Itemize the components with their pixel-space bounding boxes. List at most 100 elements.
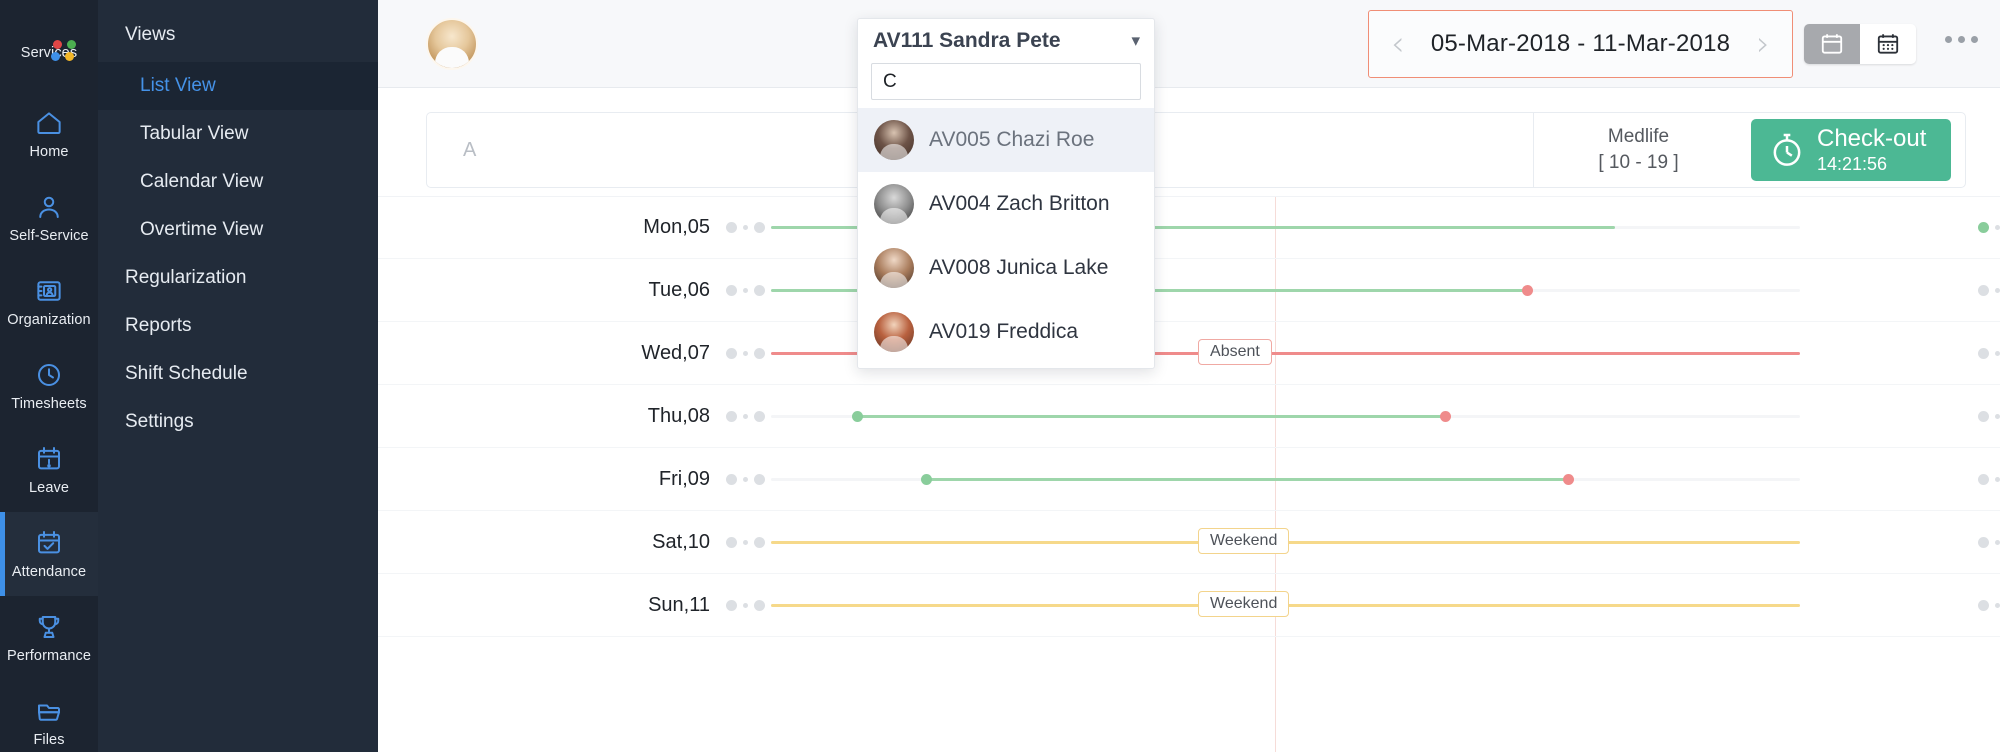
- chevron-left-icon[interactable]: ‹: [1391, 27, 1405, 61]
- chevron-down-icon[interactable]: ▾: [1131, 32, 1140, 50]
- more-options-icon[interactable]: [1945, 36, 1978, 43]
- check-out-button[interactable]: Check-out 14:21:56: [1751, 119, 1951, 181]
- date-range-selector[interactable]: ‹ 05-Mar-2018 - 11-Mar-2018 ›: [1368, 10, 1793, 78]
- check-out-label: Check-out: [1817, 125, 1927, 153]
- row-right-markers: [1978, 222, 2000, 233]
- timeline-row[interactable]: Fri,0919:00 Hrs: [378, 448, 2000, 511]
- subnav-views-list: List View Tabular View Calendar View Overti…: [98, 62, 378, 254]
- rail-item-home[interactable]: Home: [0, 92, 98, 176]
- rail-item-timesheets[interactable]: Timesheets: [0, 344, 98, 428]
- employee-option-label: AV005 Chazi Roe: [929, 128, 1095, 151]
- status-badge: Weekend: [1198, 527, 1290, 554]
- chevron-right-icon[interactable]: ›: [1756, 27, 1770, 61]
- employee-option-label: AV019 Freddica: [929, 320, 1079, 343]
- employee-option[interactable]: AV008 Junica Lake: [858, 236, 1154, 300]
- rail-item-label: Leave: [28, 480, 69, 496]
- employee-search-input[interactable]: C: [871, 63, 1141, 100]
- status-dot-small: [1995, 350, 2000, 356]
- subnav-item-regularization[interactable]: Regularization: [98, 254, 378, 302]
- day-label: Fri,09: [658, 467, 710, 490]
- status-dot: [1978, 473, 1989, 485]
- employee-dropdown[interactable]: AV111 Sandra Pete ▾ C AV005 Chazi Roe AV0…: [857, 18, 1155, 369]
- status-dot-small: [743, 476, 748, 482]
- day-label: Thu,08: [647, 404, 710, 427]
- subnav-item-label: Calendar View: [140, 171, 264, 192]
- subnav-item-label: Overtime View: [140, 219, 264, 240]
- timeline-track[interactable]: [771, 410, 1800, 422]
- date-range-label: 05-Mar-2018 - 11-Mar-2018: [1430, 30, 1731, 57]
- status-dot-small: [1995, 602, 2000, 608]
- status-dot-small: [1995, 476, 2000, 482]
- subnav-item-label: Settings: [125, 411, 194, 432]
- subnav-item-label: Regularization: [125, 267, 247, 288]
- subnav-sections-list: Regularization Reports Shift Schedule Setti…: [98, 254, 378, 446]
- employee-option[interactable]: AV005 Chazi Roe: [858, 108, 1154, 172]
- status-dot: [1978, 410, 1989, 422]
- row-left-markers: [726, 284, 765, 296]
- rail-item-services[interactable]: Services: [0, 8, 98, 92]
- subnav-item-settings[interactable]: Settings: [98, 398, 378, 446]
- status-dot: [754, 347, 765, 359]
- shift-info: Medlife [ 10 - 19 ]: [1533, 112, 1743, 188]
- rail-item-attendance[interactable]: Attendance: [0, 512, 98, 596]
- trophy-icon: [34, 612, 64, 642]
- rail-item-performance[interactable]: Performance: [0, 596, 98, 680]
- timeline-track[interactable]: Weekend: [771, 590, 1800, 617]
- folder-icon: [34, 696, 64, 726]
- view-toggle-group[interactable]: [1804, 24, 1916, 64]
- timeline-row[interactable]: Sat,10Weekend00:00 Hrs: [378, 511, 2000, 574]
- rail-item-leave[interactable]: Leave: [0, 428, 98, 512]
- employee-avatar: [874, 184, 914, 224]
- row-left-markers: [726, 536, 765, 548]
- rail-item-label: Organization: [7, 312, 91, 328]
- main-content: ‹ 05-Mar-2018 - 11-Mar-2018 › A Medlife …: [378, 0, 2000, 752]
- rail-item-files[interactable]: Files: [0, 680, 98, 752]
- subnav-item-overtime-view[interactable]: Overtime View: [98, 206, 378, 254]
- status-dot-small: [743, 287, 748, 293]
- status-dot: [754, 473, 765, 485]
- timeline-row[interactable]: Sun,11Weekend00:00 Hrs: [378, 574, 2000, 637]
- subnav-item-tabular-view[interactable]: Tabular View: [98, 110, 378, 158]
- rail-item-self-service[interactable]: Self-Service: [0, 176, 98, 260]
- status-dot-small: [1995, 413, 2000, 419]
- row-right-markers: [1978, 536, 2000, 548]
- timeline-row[interactable]: Tue,0619:00 Hrs: [378, 259, 2000, 322]
- status-dot-small: [743, 413, 748, 419]
- status-dot-small: [1995, 225, 2000, 230]
- rail-item-label: Attendance: [11, 564, 87, 580]
- status-dot-small: [1995, 287, 2000, 293]
- timeline-track[interactable]: [771, 473, 1800, 485]
- employee-option[interactable]: AV004 Zach Britton: [858, 172, 1154, 236]
- rail-item-organization[interactable]: Organization: [0, 260, 98, 344]
- timeline-row[interactable]: Wed,07Absent00:00 Hrs: [378, 322, 2000, 385]
- rail-item-label: Self-Service: [9, 228, 89, 244]
- status-dot: [1978, 599, 1989, 611]
- status-dot-small: [743, 602, 748, 608]
- shift-range: [ 10 - 19 ]: [1598, 152, 1679, 173]
- employee-option[interactable]: AV019 Freddica: [858, 300, 1154, 364]
- shift-name: Medlife: [1607, 126, 1670, 147]
- status-dot: [726, 473, 737, 485]
- calendar-check-icon: [34, 528, 64, 558]
- calendar-grid-icon[interactable]: [1860, 24, 1916, 64]
- subnav-item-reports[interactable]: Reports: [98, 302, 378, 350]
- subnav-item-shift-schedule[interactable]: Shift Schedule: [98, 350, 378, 398]
- timeline-row[interactable]: Mon,0521:54 Hrs: [378, 196, 2000, 259]
- status-dot: [726, 410, 737, 422]
- status-dot: [726, 222, 737, 233]
- status-dot: [754, 536, 765, 548]
- timeline-row[interactable]: Thu,0817:40 Hrs: [378, 385, 2000, 448]
- timeline-track[interactable]: Weekend: [771, 527, 1800, 554]
- subnav-heading: Views: [125, 24, 176, 45]
- app-root: Services Home Self-Service Organization Time…: [0, 0, 2000, 752]
- subnav-item-list-view[interactable]: List View: [98, 62, 378, 110]
- employee-dropdown-header[interactable]: AV111 Sandra Pete ▾: [858, 19, 1154, 63]
- calendar-list-icon[interactable]: [1804, 24, 1860, 64]
- home-icon: [34, 108, 64, 138]
- subnav-item-calendar-view[interactable]: Calendar View: [98, 158, 378, 206]
- secondary-nav: Views List View Tabular View Calendar View…: [98, 0, 378, 752]
- stopwatch-icon: [1773, 133, 1801, 166]
- status-dot: [1978, 347, 1989, 359]
- day-label: Sat,10: [652, 530, 710, 553]
- row-left-markers: [726, 222, 765, 233]
